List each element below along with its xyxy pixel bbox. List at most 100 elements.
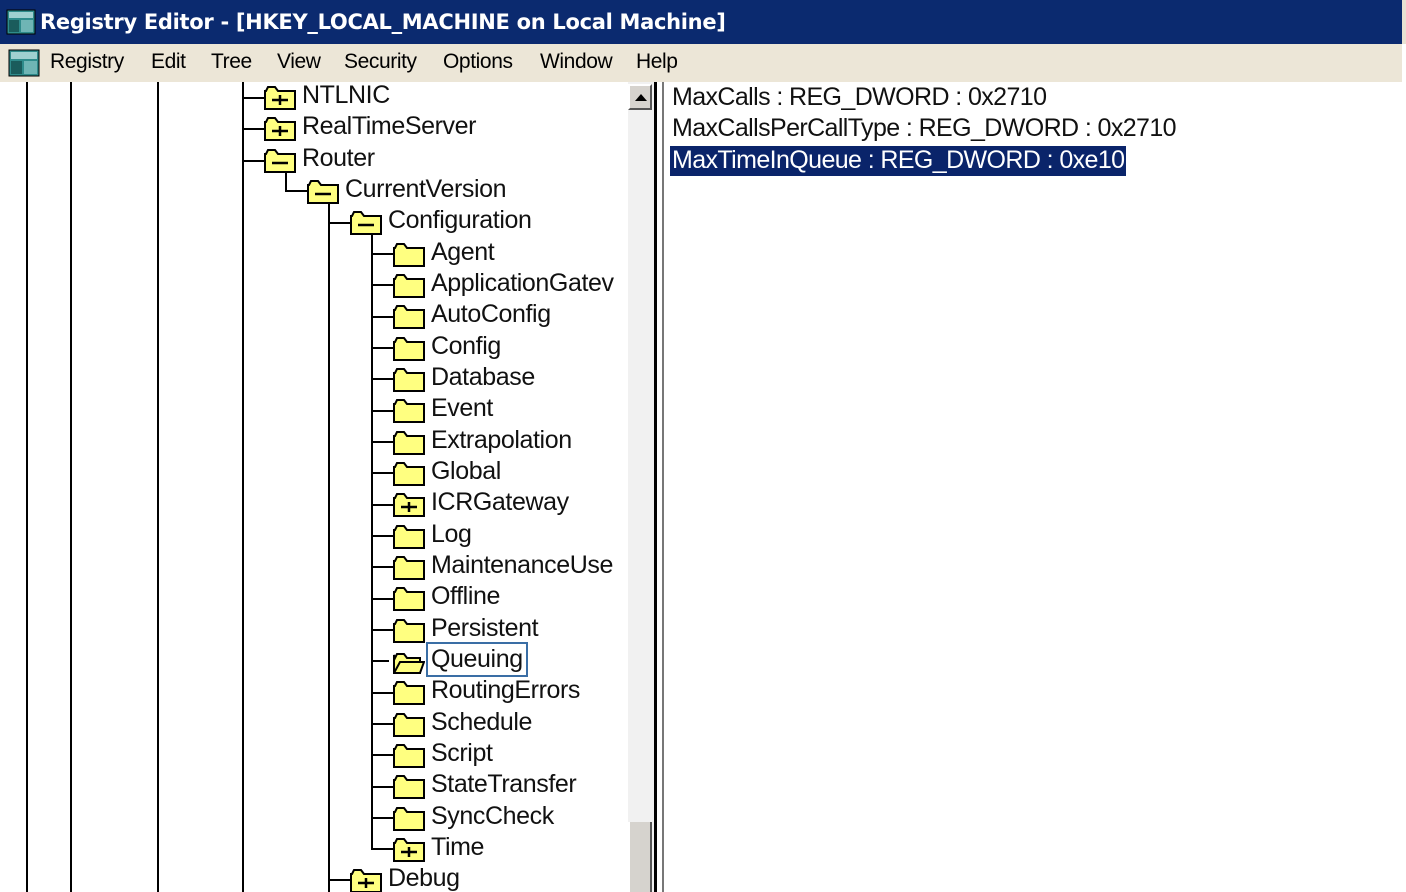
tree-node-label: Database xyxy=(431,363,535,391)
tree-connector xyxy=(26,82,28,892)
tree-connector xyxy=(371,378,393,380)
menu-edit[interactable]: Edit xyxy=(151,50,186,74)
tree-node-label: Configuration xyxy=(388,206,532,234)
tree-connector xyxy=(371,629,393,631)
tree-connector xyxy=(371,253,393,255)
tree-connector xyxy=(371,535,393,537)
window-title: Registry Editor - [HKEY_LOCAL_MACHINE on… xyxy=(40,10,726,34)
tree-connector xyxy=(371,754,393,756)
folder-icon xyxy=(393,368,425,392)
menu-registry[interactable]: Registry xyxy=(50,50,124,74)
folder-plus-icon[interactable] xyxy=(350,869,382,892)
folder-icon xyxy=(393,337,425,361)
menu-view[interactable]: View xyxy=(277,50,321,74)
tree-connector xyxy=(371,692,393,694)
tree-connector xyxy=(371,472,393,474)
folder-open-icon xyxy=(393,653,425,674)
menu-bar: Registry Edit Tree View Security Options… xyxy=(0,44,1406,82)
tree-connector xyxy=(371,284,393,286)
tree-connector xyxy=(371,410,393,412)
tree-connector xyxy=(371,598,393,600)
tree-node-label: Persistent xyxy=(431,614,539,642)
folder-icon xyxy=(393,587,425,611)
folder-icon xyxy=(393,274,425,298)
menu-options[interactable]: Options xyxy=(443,50,513,74)
folder-icon xyxy=(393,619,425,643)
tree-connector xyxy=(371,504,393,506)
tree-node-label: Script xyxy=(431,739,493,767)
tree-node-label: Extrapolation xyxy=(431,426,572,454)
child-window-system-menu-icon[interactable] xyxy=(8,49,40,77)
tree-node-label: ApplicationGatev xyxy=(431,269,614,297)
folder-plus-icon[interactable] xyxy=(264,117,296,141)
tree-node-label: SyncCheck xyxy=(431,802,554,830)
folder-icon xyxy=(393,775,425,799)
tree-node-label: NTLNIC xyxy=(302,82,390,109)
folder-minus-icon[interactable] xyxy=(264,149,296,173)
folder-icon xyxy=(393,431,425,455)
tree-node-label: Offline xyxy=(431,582,501,610)
tree-connector xyxy=(328,198,330,892)
tree-vertical-scrollbar[interactable] xyxy=(628,82,654,892)
folder-plus-icon[interactable] xyxy=(264,86,296,110)
tree-connector xyxy=(371,786,393,788)
registry-editor-app-icon[interactable] xyxy=(6,8,36,36)
menu-bar-edge xyxy=(1402,44,1406,82)
tree-connector xyxy=(285,190,307,192)
tree-node-label: Agent xyxy=(431,238,495,266)
value-row[interactable]: MaxCallsPerCallType : REG_DWORD : 0x2710 xyxy=(670,114,1178,144)
tree-connector xyxy=(242,160,264,162)
folder-plus-icon[interactable] xyxy=(393,493,425,517)
menu-help[interactable]: Help xyxy=(636,50,678,74)
tree-node-label: Log xyxy=(431,520,472,548)
tree-node-label: Config xyxy=(431,332,501,360)
folder-plus-icon[interactable] xyxy=(393,838,425,862)
tree-node-label: StateTransfer xyxy=(431,770,577,798)
tree-node-label: Schedule xyxy=(431,708,533,736)
tree-node-label: MaintenanceUse xyxy=(431,551,614,579)
pane-splitter[interactable] xyxy=(654,82,664,892)
tree-node-label: ICRGateway xyxy=(431,488,569,516)
tree-node-label: Global xyxy=(431,457,501,485)
tree-connector xyxy=(242,82,244,892)
tree-node-label: RoutingErrors xyxy=(431,676,581,704)
scroll-up-button[interactable] xyxy=(628,84,652,110)
tree-node-label: RealTimeServer xyxy=(302,112,477,140)
key-tree-pane[interactable]: NTLNIC RealTimeServer Router CurrentVers… xyxy=(0,82,628,892)
tree-connector xyxy=(328,222,350,224)
folder-icon xyxy=(393,399,425,423)
folder-icon xyxy=(393,525,425,549)
tree-node-label: AutoConfig xyxy=(431,300,551,328)
tree-connector xyxy=(242,97,264,99)
folder-minus-icon[interactable] xyxy=(350,211,382,235)
tree-connector xyxy=(242,128,264,130)
tree-connector xyxy=(371,848,393,850)
tree-connector xyxy=(371,723,393,725)
folder-icon xyxy=(393,556,425,580)
folder-icon xyxy=(393,243,425,267)
tree-connector xyxy=(371,441,393,443)
tree-node-label: Time xyxy=(431,833,485,861)
tree-connector xyxy=(371,660,389,662)
menu-tree[interactable]: Tree xyxy=(211,50,252,74)
tree-node-label: Debug xyxy=(388,864,460,892)
value-row[interactable]: MaxCalls : REG_DWORD : 0x2710 xyxy=(670,83,1048,113)
folder-icon xyxy=(393,462,425,486)
tree-connector xyxy=(328,879,350,881)
menu-security[interactable]: Security xyxy=(344,50,417,74)
tree-connector xyxy=(371,566,393,568)
folder-icon xyxy=(393,681,425,705)
tree-node-label: CurrentVersion xyxy=(345,175,507,203)
folder-icon xyxy=(393,807,425,831)
value-row-selected[interactable]: MaxTimeInQueue : REG_DWORD : 0xe10 xyxy=(668,145,1128,177)
folder-icon xyxy=(393,744,425,768)
values-pane[interactable]: MaxCalls : REG_DWORD : 0x2710 MaxCallsPe… xyxy=(664,82,1406,892)
arrow-up-icon xyxy=(635,94,647,101)
tree-connector xyxy=(371,230,373,849)
tree-connector xyxy=(70,82,72,892)
tree-node-label: Queuing xyxy=(426,642,528,677)
tree-connector xyxy=(371,817,393,819)
folder-minus-icon[interactable] xyxy=(307,180,339,204)
scroll-thumb[interactable] xyxy=(628,822,652,892)
menu-window[interactable]: Window xyxy=(540,50,613,74)
